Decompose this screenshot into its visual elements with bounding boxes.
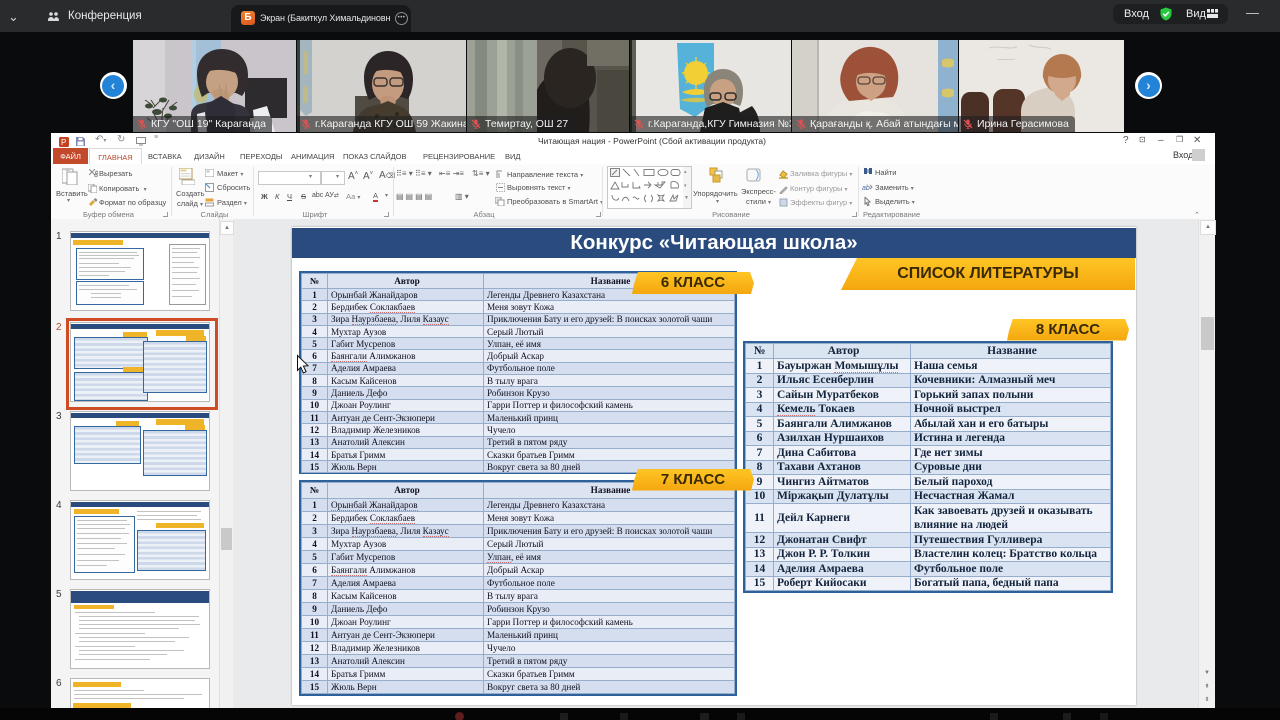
svg-text:ab: ab	[862, 185, 870, 192]
svg-text:P: P	[61, 138, 66, 147]
